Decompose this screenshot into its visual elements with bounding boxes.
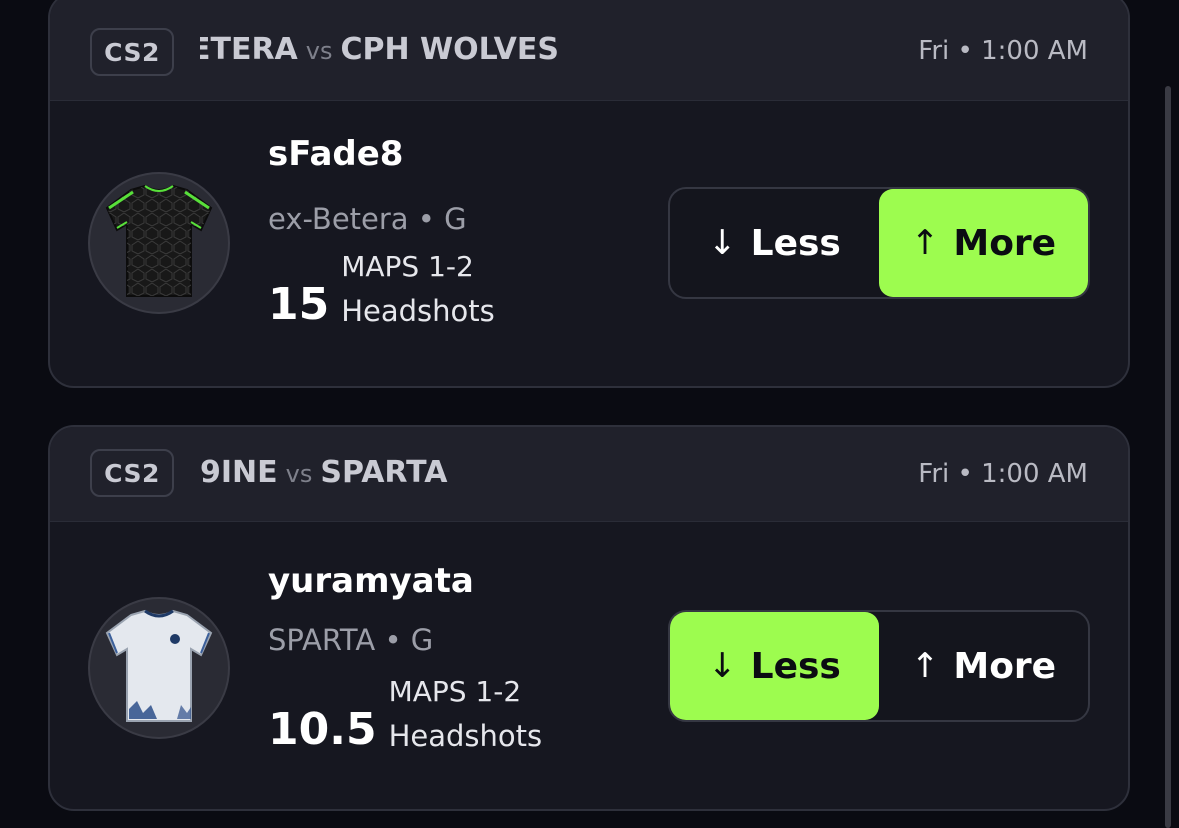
arrow-down-icon: ↓ [708, 646, 737, 686]
projection-card: CS2 ETERA vs CPH WOLVES Fri • 1:00 AM sF… [48, 0, 1130, 388]
team-b: CPH WOLVES [340, 32, 559, 67]
stat-projection: 10.5 MAPS 1-2 Headshots [268, 675, 542, 752]
player-team-position: SPARTA • G [268, 623, 434, 657]
arrow-up-icon: ↑ [910, 223, 940, 263]
stat-line-value: 10.5 [268, 704, 377, 756]
more-label: More [953, 222, 1057, 264]
vs-label: vs [285, 460, 313, 488]
projections-list: CS2 ETERA vs CPH WOLVES Fri • 1:00 AM sF… [0, 0, 1179, 828]
stat-maps: MAPS 1-2 [388, 675, 522, 708]
player-avatar [88, 597, 230, 739]
less-label: Less [750, 222, 841, 264]
player-avatar [88, 172, 230, 314]
match-time: Fri • 1:00 AM [918, 459, 1088, 489]
less-label: Less [750, 645, 841, 687]
white-jersey-icon [105, 609, 213, 722]
less-button[interactable]: ↓ Less [670, 612, 879, 720]
matchup: ETERA vs CPH WOLVES [200, 32, 620, 67]
stat-type: Headshots [388, 718, 543, 753]
stat-maps: MAPS 1-2 [341, 250, 474, 283]
game-badge: CS2 [90, 449, 174, 497]
match-time: Fri • 1:00 AM [918, 36, 1088, 66]
less-button[interactable]: ↓ Less [670, 189, 879, 297]
more-button[interactable]: ↑ More [879, 612, 1088, 720]
team-a: 9INE [200, 455, 278, 490]
less-more-toggle: ↓ Less ↑ More [668, 610, 1090, 722]
arrow-up-icon: ↑ [910, 646, 940, 686]
team-a: ETERA [200, 32, 298, 67]
arrow-down-icon: ↓ [708, 223, 737, 263]
more-label: More [953, 645, 1057, 687]
projection-card: CS2 9INE vs SPARTA Fri • 1:00 AM yuramyata… [48, 425, 1130, 811]
team-b: SPARTA [320, 455, 448, 490]
stat-projection: 15 MAPS 1-2 Headshots [268, 250, 495, 327]
matchup: 9INE vs SPARTA [200, 455, 620, 490]
less-more-toggle: ↓ Less ↑ More [668, 187, 1090, 299]
player-name: yuramyata [268, 561, 474, 601]
stat-type: Headshots [341, 293, 495, 328]
more-button[interactable]: ↑ More [879, 189, 1088, 297]
scrollbar[interactable] [1165, 86, 1171, 828]
game-badge: CS2 [90, 28, 174, 76]
player-name: sFade8 [268, 134, 404, 174]
match-header: CS2 ETERA vs CPH WOLVES Fri • 1:00 AM [50, 0, 1128, 101]
match-header: CS2 9INE vs SPARTA Fri • 1:00 AM [50, 427, 1128, 522]
stat-line-value: 15 [268, 279, 330, 331]
black-green-jersey-icon [105, 184, 213, 297]
vs-label: vs [305, 37, 333, 65]
player-team-position: ex-Betera • G [268, 202, 467, 236]
